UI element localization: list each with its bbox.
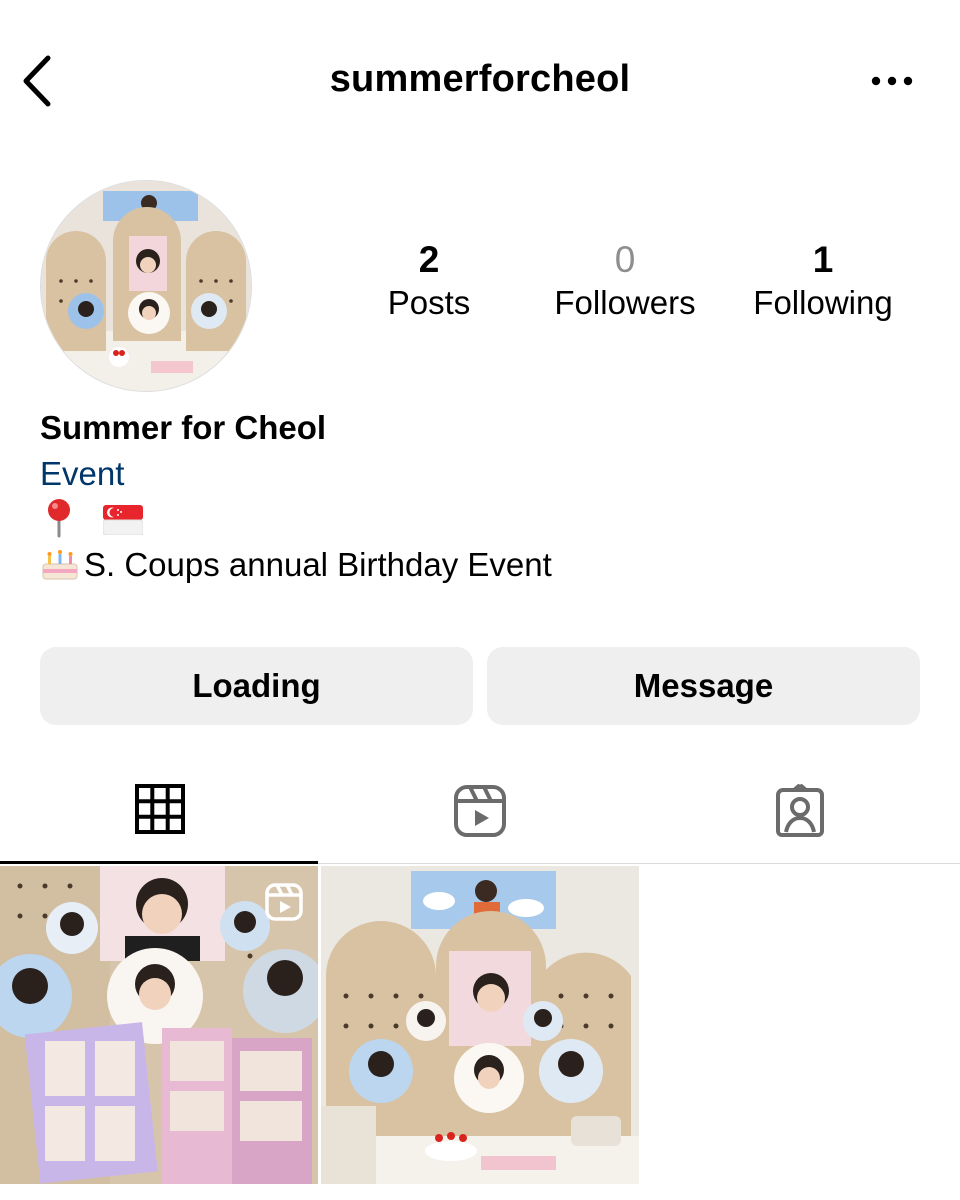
follow-status-button[interactable]: Loading [40, 647, 473, 725]
reels-icon [454, 785, 506, 837]
post-thumbnail[interactable] [0, 866, 318, 1184]
message-button[interactable]: Message [487, 647, 920, 725]
more-options-button[interactable] [868, 66, 916, 96]
post-thumbnail[interactable] [321, 866, 639, 1184]
profile-bio: Summer for Cheol Event S. Coups annual B… [40, 406, 920, 593]
profile-category[interactable]: Event [40, 450, 920, 498]
profile-tabs [0, 760, 960, 864]
post-image [321, 866, 639, 1184]
grid-icon [135, 784, 185, 834]
posts-count-label: Posts [387, 284, 471, 321]
tab-reels[interactable] [320, 760, 640, 863]
reel-badge-icon [264, 882, 304, 927]
birthday-cake-icon [40, 542, 80, 593]
followers-count[interactable]: 0 Followers [520, 238, 730, 324]
tab-tagged[interactable] [640, 760, 960, 863]
tab-grid[interactable] [0, 760, 320, 864]
posts-count[interactable]: 2 Posts [324, 238, 534, 324]
singapore-flag-icon [102, 502, 144, 546]
posts-grid [0, 866, 960, 1186]
profile-avatar[interactable] [40, 180, 252, 392]
bio-location-line [40, 498, 920, 542]
posts-count-value: 2 [418, 239, 440, 280]
top-bar: summerforcheol [0, 0, 960, 160]
following-count-label: Following [753, 284, 893, 321]
avatar-photo [41, 181, 251, 391]
followers-count-label: Followers [554, 284, 696, 321]
following-count-value: 1 [812, 239, 834, 280]
display-name: Summer for Cheol [40, 409, 327, 446]
tagged-user-icon [776, 784, 824, 837]
followers-count-value: 0 [614, 239, 636, 280]
more-horizontal-icon [871, 76, 913, 86]
active-tab-indicator [0, 861, 318, 864]
bio-event-text: S. Coups annual Birthday Event [84, 546, 552, 584]
following-count[interactable]: 1 Following [718, 238, 928, 324]
profile-username: summerforcheol [329, 58, 631, 100]
bio-event-line: S. Coups annual Birthday Event [40, 542, 920, 593]
